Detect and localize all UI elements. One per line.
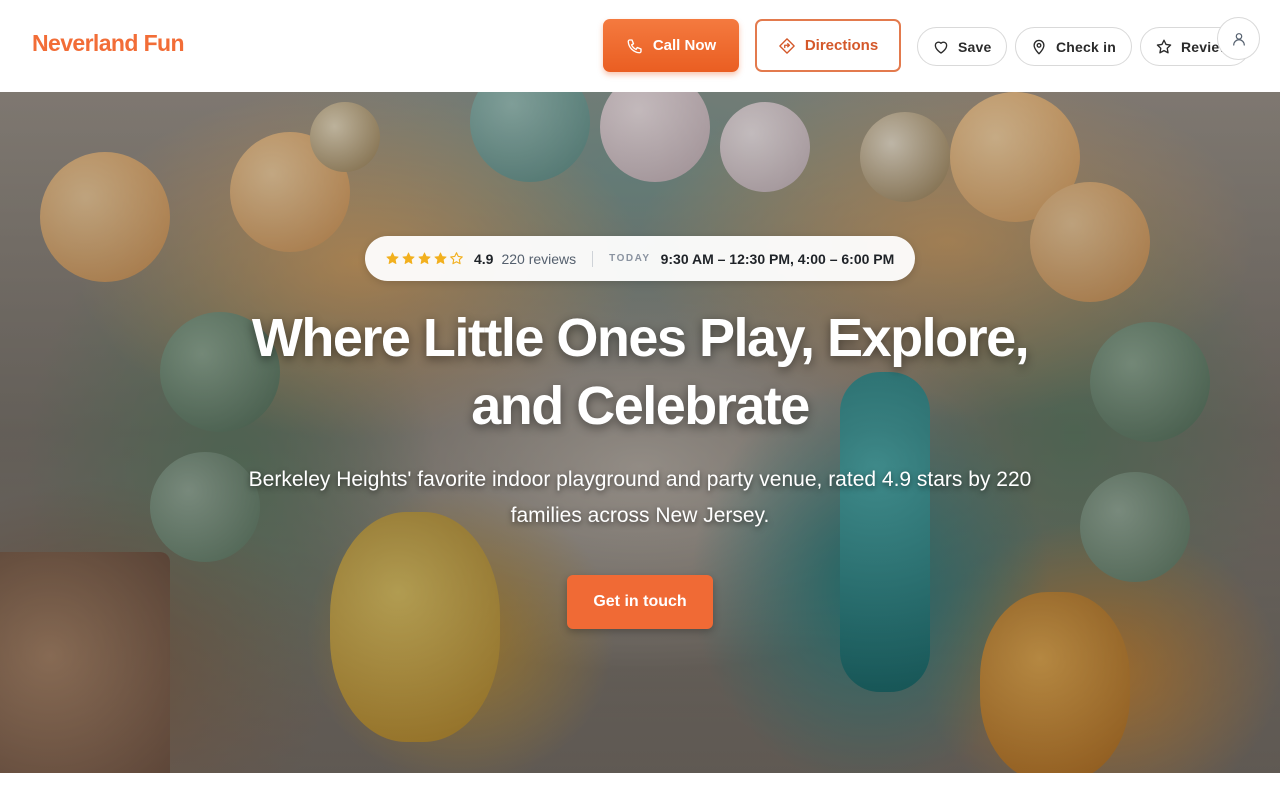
hero-headline: Where Little Ones Play, Explore, and Cel… xyxy=(0,304,1280,440)
phone-icon xyxy=(626,37,644,55)
map-pin-icon xyxy=(1030,38,1048,56)
hero-subtext: Berkeley Heights' favorite indoor playgr… xyxy=(248,468,1032,527)
hero-section: 4.9 220 reviews TODAY 9:30 AM – 12:30 PM… xyxy=(0,92,1280,773)
divider xyxy=(592,250,594,267)
directions-icon xyxy=(778,37,796,55)
save-button[interactable]: Save xyxy=(917,27,1007,66)
star-outline-icon xyxy=(449,251,464,266)
star-rating xyxy=(385,251,464,266)
star-filled-icon xyxy=(401,251,416,266)
check-in-label: Check in xyxy=(1056,38,1116,55)
check-in-button[interactable]: Check in xyxy=(1015,27,1132,66)
star-filled-icon xyxy=(433,251,448,266)
review-count[interactable]: 220 reviews xyxy=(501,251,576,267)
user-icon xyxy=(1230,30,1248,48)
heart-icon xyxy=(932,38,950,56)
rating-hours-bar: 4.9 220 reviews TODAY 9:30 AM – 12:30 PM… xyxy=(365,236,915,281)
star-filled-icon xyxy=(417,251,432,266)
star-filled-icon xyxy=(385,251,400,266)
today-label: TODAY xyxy=(609,253,651,264)
user-avatar-button[interactable] xyxy=(1217,17,1260,60)
headline-line-2: and Celebrate xyxy=(471,376,810,436)
headline-line-1: Where Little Ones Play, Explore, xyxy=(251,308,1030,368)
get-in-touch-button[interactable]: Get in touch xyxy=(567,575,713,629)
hero-content: 4.9 220 reviews TODAY 9:30 AM – 12:30 PM… xyxy=(0,92,1280,773)
call-now-button[interactable]: Call Now xyxy=(603,19,739,72)
opening-hours: 9:30 AM – 12:30 PM, 4:00 – 6:00 PM xyxy=(660,250,895,267)
directions-button[interactable]: Directions xyxy=(755,19,901,72)
star-icon xyxy=(1155,38,1173,56)
top-nav: Neverland Fun Call Now Directions Save C… xyxy=(0,0,1280,92)
save-label: Save xyxy=(958,38,992,55)
brand-logo[interactable]: Neverland Fun xyxy=(32,30,185,57)
call-now-label: Call Now xyxy=(652,37,717,54)
directions-label: Directions xyxy=(804,37,879,54)
rating-value: 4.9 xyxy=(474,250,494,267)
